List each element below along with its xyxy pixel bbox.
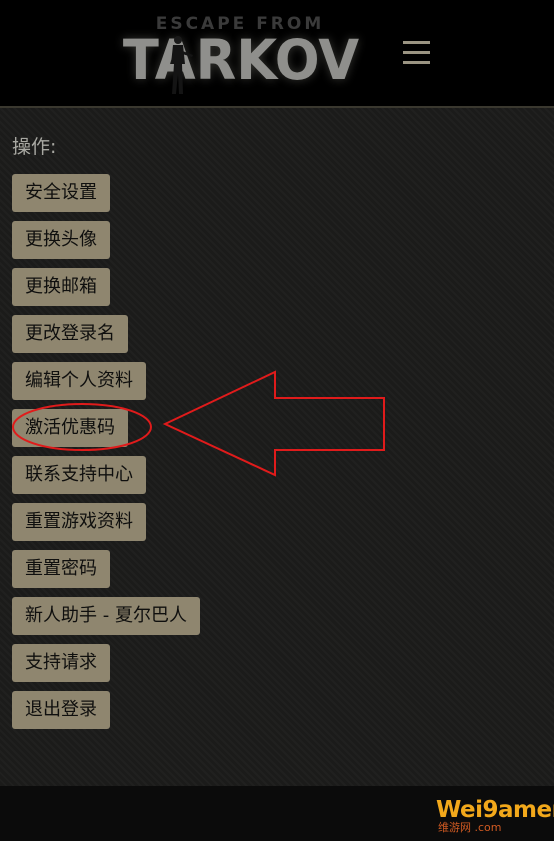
watermark-text: Wei9amer bbox=[436, 797, 554, 823]
site-header: ESCAPE FROM TARKOV bbox=[0, 0, 554, 106]
reset-game-profile-button[interactable]: 重置游戏资料 bbox=[12, 503, 146, 541]
watermark-subtext: 维游网 .com bbox=[438, 821, 502, 834]
logo-main-text: TARKOV bbox=[122, 28, 360, 92]
contact-support-button[interactable]: 联系支持中心 bbox=[12, 456, 146, 494]
logout-button[interactable]: 退出登录 bbox=[12, 691, 110, 729]
support-request-button[interactable]: 支持请求 bbox=[12, 644, 110, 682]
hamburger-menu-icon[interactable] bbox=[398, 37, 434, 69]
activate-promo-code-button[interactable]: 激活优惠码 bbox=[12, 409, 128, 447]
site-watermark: Wei9amer 维游网 .com bbox=[432, 796, 554, 840]
page: ESCAPE FROM TARKOV 操作: 安全设置 更换头像 更换邮箱 更改… bbox=[0, 0, 554, 841]
reset-password-button[interactable]: 重置密码 bbox=[12, 550, 110, 588]
change-email-button[interactable]: 更换邮箱 bbox=[12, 268, 110, 306]
account-content: 操作: 安全设置 更换头像 更换邮箱 更改登录名 编辑个人资料 激活优惠码 联系… bbox=[0, 106, 554, 788]
change-avatar-button[interactable]: 更换头像 bbox=[12, 221, 110, 259]
tarkov-logo[interactable]: ESCAPE FROM TARKOV bbox=[112, 8, 370, 102]
soldier-silhouette-icon bbox=[171, 36, 193, 94]
edit-profile-button[interactable]: 编辑个人资料 bbox=[12, 362, 146, 400]
newbie-helper-sherpa-button[interactable]: 新人助手 - 夏尔巴人 bbox=[12, 597, 200, 635]
operations-label: 操作: bbox=[12, 136, 57, 158]
security-settings-button[interactable]: 安全设置 bbox=[12, 174, 110, 212]
change-login-name-button[interactable]: 更改登录名 bbox=[12, 315, 128, 353]
